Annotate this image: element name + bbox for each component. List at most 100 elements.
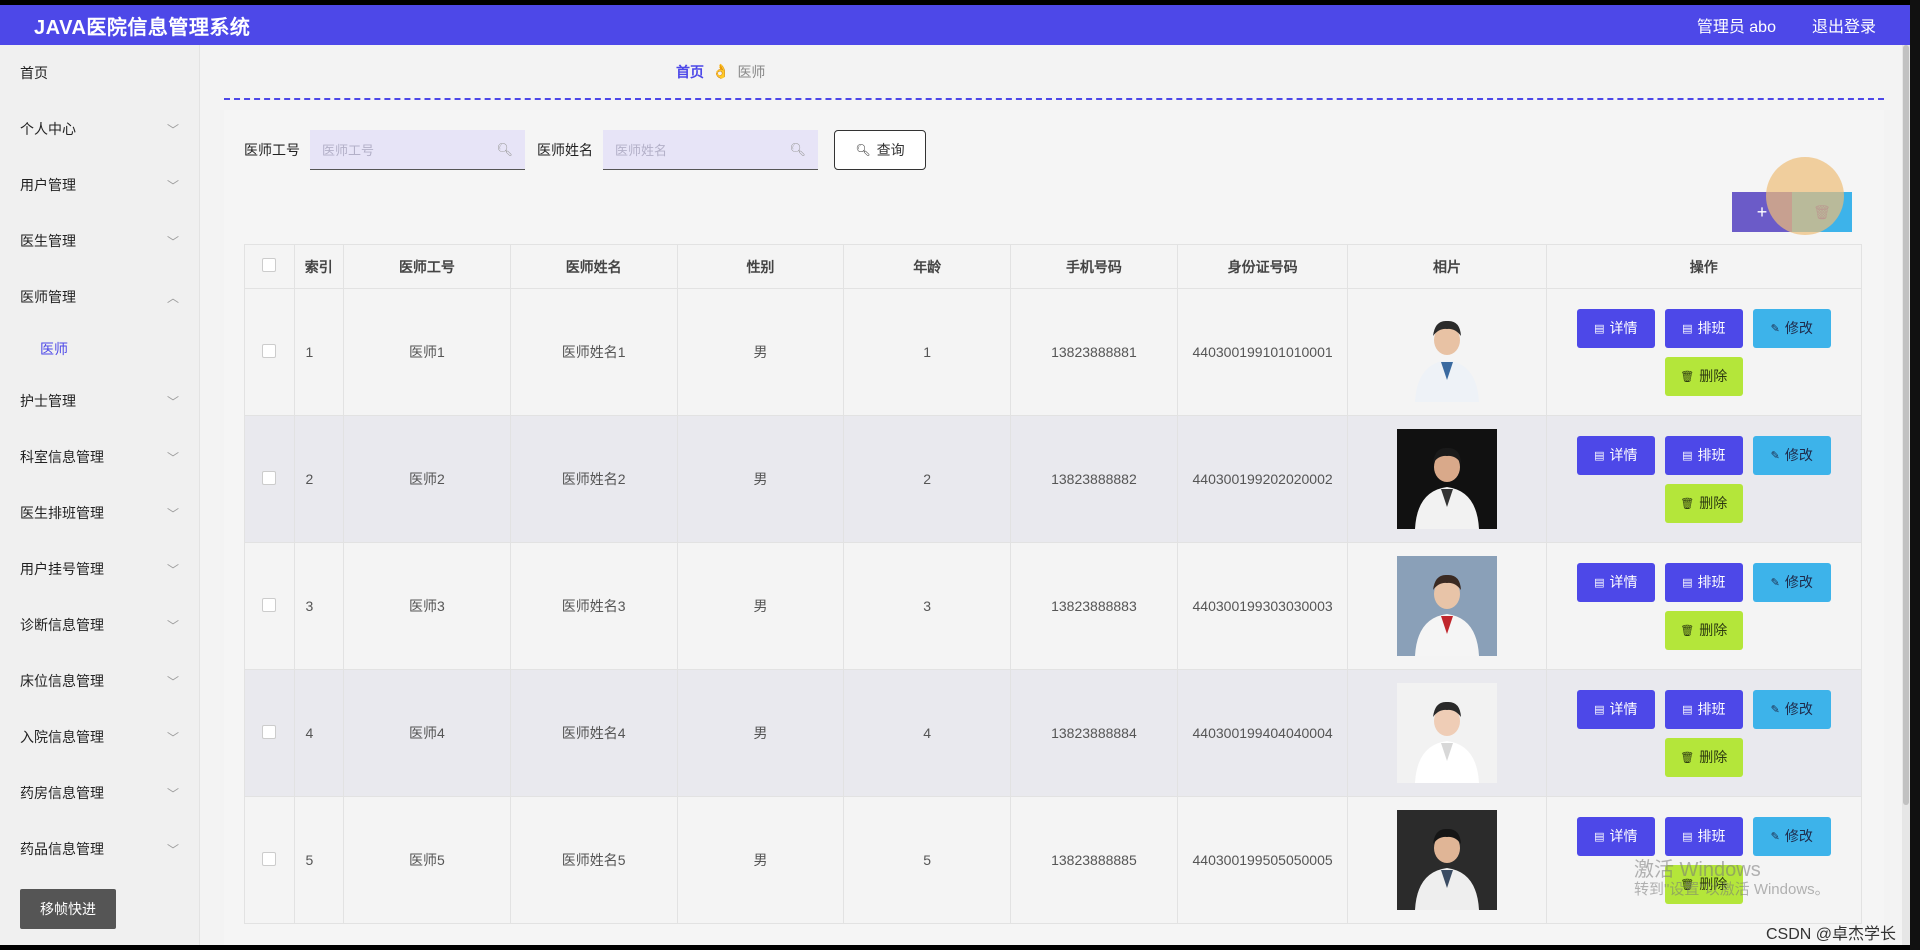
cell-photo bbox=[1347, 415, 1547, 543]
sidebar-item-label: 首页 bbox=[20, 65, 48, 81]
logout-link[interactable]: 退出登录 bbox=[1812, 13, 1876, 37]
physician-photo bbox=[1396, 302, 1497, 402]
delete-button[interactable]: 🗑︎ 删除 bbox=[1664, 610, 1743, 650]
breadcrumb-home[interactable]: 首页 bbox=[676, 62, 704, 82]
batch-delete-button[interactable]: 🗑︎ bbox=[1792, 192, 1852, 232]
cell-code: 医师3 bbox=[343, 542, 511, 670]
row-select[interactable] bbox=[244, 415, 295, 543]
user-label: 管理员 abo bbox=[1696, 19, 1776, 36]
row-select[interactable] bbox=[244, 288, 295, 416]
detail-button-label: 详情 bbox=[1609, 701, 1638, 717]
cell-age: 1 bbox=[843, 288, 1012, 416]
select-all-checkbox[interactable] bbox=[262, 258, 277, 272]
row-select[interactable] bbox=[244, 669, 295, 797]
sidebar-subitem-physician[interactable]: 医师 bbox=[0, 325, 199, 373]
scrollbar-thumb[interactable] bbox=[1903, 45, 1909, 805]
edit-button[interactable]: ✎ 修改 bbox=[1752, 435, 1831, 475]
pencil-icon: ✎ bbox=[1770, 576, 1780, 589]
table-row: 5 医师5 医师姓名5 男 5 13823888885 440300199505050005… bbox=[244, 796, 1863, 924]
schedule-button-label: 排班 bbox=[1697, 320, 1726, 336]
search-name-input[interactable]: 医师姓名 🔍︎ bbox=[603, 130, 818, 170]
csdn-watermark: CSDN @卓杰学长 bbox=[1766, 926, 1897, 943]
trash-icon: 🗑︎ bbox=[1813, 203, 1831, 220]
main-content: 首页 👌 医师 医师工号 医师工号 🔍︎ 医师姓名 医师姓名 🔍︎ 🔍︎ 查询 bbox=[224, 45, 1884, 945]
cell-photo bbox=[1347, 669, 1547, 797]
sidebar-item-pharmacy[interactable]: 药房信息管理 ﹀ bbox=[0, 765, 199, 821]
row-select[interactable] bbox=[244, 796, 295, 924]
cell-age: 4 bbox=[843, 669, 1012, 797]
sidebar-item-nurse-management[interactable]: 护士管理 ﹀ bbox=[0, 373, 199, 429]
row-checkbox[interactable] bbox=[262, 851, 277, 866]
detail-button[interactable]: ▤ 详情 bbox=[1576, 816, 1655, 856]
schedule-button-label: 排班 bbox=[1697, 574, 1726, 590]
cell-name: 医师姓名5 bbox=[509, 796, 678, 924]
schedule-button[interactable]: ▤ 排班 bbox=[1664, 816, 1743, 856]
cell-photo bbox=[1347, 796, 1547, 924]
cell-code: 医师1 bbox=[343, 288, 511, 416]
edit-button[interactable]: ✎ 修改 bbox=[1752, 689, 1831, 729]
row-checkbox[interactable] bbox=[262, 343, 277, 358]
row-checkbox[interactable] bbox=[262, 470, 277, 485]
sidebar-item-doctor-schedule[interactable]: 医生排班管理 ﹀ bbox=[0, 485, 199, 541]
edit-button[interactable]: ✎ 修改 bbox=[1752, 308, 1831, 348]
query-button[interactable]: 🔍︎ 查询 bbox=[834, 130, 926, 170]
schedule-button[interactable]: ▤ 排班 bbox=[1664, 308, 1743, 348]
fast-forward-button[interactable]: 移帧快进 bbox=[20, 889, 116, 929]
cell-actions: ▤ 详情 ▤ 排班 ✎ 修改 🗑︎ 删除 bbox=[1545, 288, 1863, 416]
trash-icon: 🗑︎ bbox=[1680, 624, 1695, 637]
delete-button-label: 删除 bbox=[1699, 368, 1728, 384]
header-select[interactable] bbox=[244, 244, 295, 289]
sidebar-item-doctor-management[interactable]: 医生管理 ﹀ bbox=[0, 213, 199, 269]
search-id-label: 医师工号 bbox=[244, 142, 300, 158]
chevron-down-icon: ﹀ bbox=[166, 178, 179, 193]
row-checkbox[interactable] bbox=[262, 597, 277, 612]
row-select[interactable] bbox=[244, 542, 295, 670]
cell-code: 医师5 bbox=[343, 796, 511, 924]
sidebar-item-label: 用户管理 bbox=[20, 177, 76, 193]
top-bar: JAVA医院信息管理系统 管理员 abo 退出登录 bbox=[0, 5, 1910, 45]
delete-button[interactable]: 🗑︎ 删除 bbox=[1664, 356, 1743, 396]
detail-button[interactable]: ▤ 详情 bbox=[1576, 308, 1655, 348]
sidebar-item-admission[interactable]: 入院信息管理 ﹀ bbox=[0, 709, 199, 765]
delete-button[interactable]: 🗑︎ 删除 bbox=[1664, 483, 1743, 523]
sidebar-item-bed-info[interactable]: 床位信息管理 ﹀ bbox=[0, 653, 199, 709]
edit-button[interactable]: ✎ 修改 bbox=[1752, 562, 1831, 602]
cell-name: 医师姓名3 bbox=[509, 542, 678, 670]
header-code: 医师工号 bbox=[343, 244, 511, 289]
cell-idcard: 440300199101010001 bbox=[1176, 288, 1349, 416]
search-id-input[interactable]: 医师工号 🔍︎ bbox=[310, 130, 525, 170]
delete-button[interactable]: 🗑︎ 删除 bbox=[1664, 737, 1743, 777]
detail-button[interactable]: ▤ 详情 bbox=[1576, 435, 1655, 475]
schedule-button[interactable]: ▤ 排班 bbox=[1664, 562, 1743, 602]
sidebar-item-drug-info[interactable]: 药品信息管理 ﹀ bbox=[0, 821, 199, 877]
detail-button[interactable]: ▤ 详情 bbox=[1576, 689, 1655, 729]
cell-index: 2 bbox=[293, 415, 345, 543]
schedule-button[interactable]: ▤ 排班 bbox=[1664, 435, 1743, 475]
add-button[interactable]: + bbox=[1732, 192, 1792, 232]
cell-idcard: 440300199202020002 bbox=[1176, 415, 1349, 543]
edit-button[interactable]: ✎ 修改 bbox=[1752, 816, 1831, 856]
cell-age: 2 bbox=[843, 415, 1012, 543]
cell-idcard: 440300199303030003 bbox=[1176, 542, 1349, 670]
sidebar-item-department-info[interactable]: 科室信息管理 ﹀ bbox=[0, 429, 199, 485]
sidebar-item-physician-management[interactable]: 医师管理 ︿ bbox=[0, 269, 199, 325]
document-icon: ▤ bbox=[1594, 322, 1605, 335]
vertical-scrollbar[interactable] bbox=[1902, 45, 1910, 945]
sidebar-item-user-management[interactable]: 用户管理 ﹀ bbox=[0, 157, 199, 213]
detail-button-label: 详情 bbox=[1609, 828, 1638, 844]
schedule-button[interactable]: ▤ 排班 bbox=[1664, 689, 1743, 729]
sidebar-item-registration[interactable]: 用户挂号管理 ﹀ bbox=[0, 541, 199, 597]
row-checkbox[interactable] bbox=[262, 724, 277, 739]
header-index: 索引 bbox=[293, 244, 345, 289]
sidebar-item-label: 医生排班管理 bbox=[20, 505, 104, 521]
document-icon: ▤ bbox=[1682, 449, 1693, 462]
sidebar-item-personal-center[interactable]: 个人中心 ﹀ bbox=[0, 101, 199, 157]
chevron-down-icon: ﹀ bbox=[166, 394, 179, 409]
search-id-placeholder: 医师工号 bbox=[322, 143, 375, 158]
detail-button[interactable]: ▤ 详情 bbox=[1576, 562, 1655, 602]
search-name-placeholder: 医师姓名 bbox=[615, 143, 668, 158]
cell-idcard: 440300199505050005 bbox=[1176, 796, 1349, 924]
cell-phone: 13823888882 bbox=[1010, 415, 1178, 543]
sidebar-item-home[interactable]: 首页 bbox=[0, 45, 199, 101]
sidebar-item-diagnosis[interactable]: 诊断信息管理 ﹀ bbox=[0, 597, 199, 653]
